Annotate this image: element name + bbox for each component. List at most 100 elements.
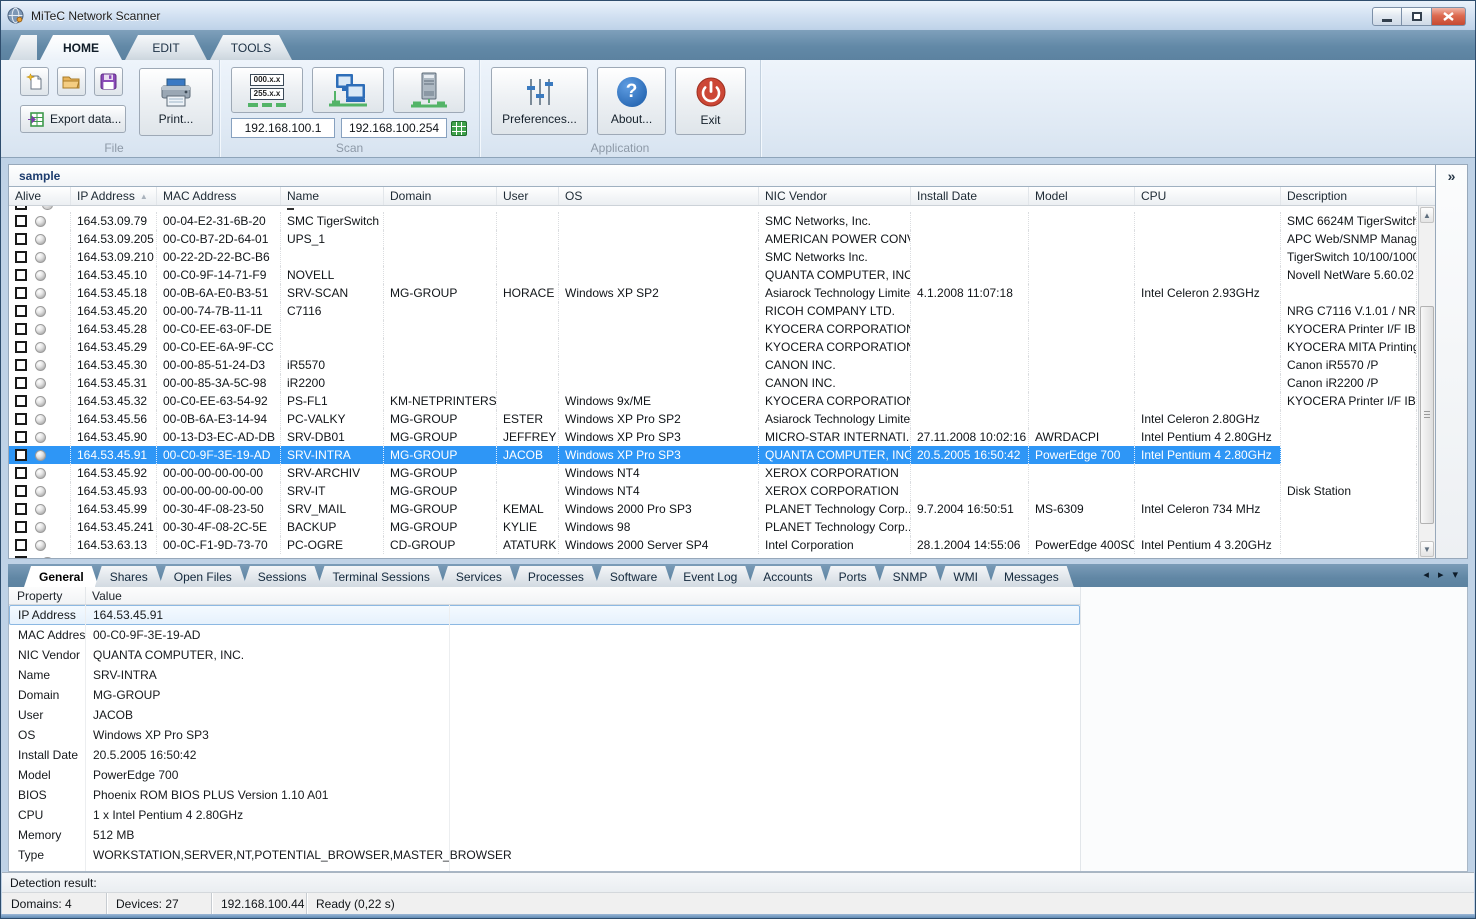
host-scan-button[interactable] [393, 67, 465, 113]
table-row[interactable]: 164.53.45.5600-0B-6A-E3-14-94PC-VALKYMG-… [9, 410, 1418, 428]
property-row[interactable]: TypeWORKSTATION,SERVER,NT,POTENTIAL_BROW… [9, 845, 1080, 865]
detail-tab-general[interactable]: General [24, 566, 99, 587]
table-row[interactable]: 164.53.45.1000-C0-9F-14-71-F9NOVELLQUANT… [9, 266, 1418, 284]
alive-checkbox[interactable] [15, 305, 27, 317]
scan-ip-to-input[interactable] [341, 118, 447, 138]
column-header-cpu[interactable]: CPU [1135, 187, 1281, 205]
table-row[interactable]: 164.53.45.9100-C0-9F-3E-19-ADSRV-INTRAMG… [9, 446, 1418, 464]
column-header-install-date[interactable]: Install Date [911, 187, 1029, 205]
tab-nav-right-icon[interactable]: ▸ [1438, 568, 1444, 582]
exit-button[interactable]: Exit [675, 67, 746, 135]
ribbon-tab-tools[interactable]: TOOLS [210, 35, 292, 60]
vertical-scrollbar[interactable]: ▲ ▼ [1418, 206, 1435, 558]
alive-checkbox[interactable] [15, 503, 27, 515]
table-row[interactable]: 164.53.09.7900-04-E2-31-6B-20SMC TigerSw… [9, 212, 1418, 230]
detail-tab-ports[interactable]: Ports [824, 566, 882, 587]
table-row[interactable]: 164.53.09.21000-22-2D-22-BC-B6SMC Networ… [9, 248, 1418, 266]
table-row[interactable]: 164.53.45.3200-C0-EE-63-54-92PS-FL1KM-NE… [9, 392, 1418, 410]
minimize-button[interactable] [1372, 7, 1402, 26]
property-row[interactable]: ModelPowerEdge 700 [9, 765, 1080, 785]
column-header-os[interactable]: OS [559, 187, 759, 205]
scroll-down-arrow-icon[interactable]: ▼ [1420, 541, 1434, 557]
property-row[interactable]: IP Address164.53.45.91 [9, 605, 1080, 625]
property-row[interactable]: OSWindows XP Pro SP3 [9, 725, 1080, 745]
new-file-button[interactable] [20, 67, 49, 96]
table-row[interactable]: 164.53.45.9900-30-4F-08-23-50SRV_MAILMG-… [9, 500, 1418, 518]
column-header-model[interactable]: Model [1029, 187, 1135, 205]
alive-checkbox[interactable] [15, 431, 27, 443]
property-column-header[interactable]: Property [9, 587, 85, 604]
maximize-button[interactable] [1402, 7, 1432, 26]
alive-checkbox[interactable] [15, 413, 27, 425]
export-data-button[interactable]: Export data... [20, 105, 126, 133]
column-header-nic-vendor[interactable]: NIC Vendor [759, 187, 911, 205]
value-column-divider[interactable] [449, 605, 450, 871]
detail-tab-messages[interactable]: Messages [989, 566, 1074, 587]
table-row[interactable]: 164.53.45.2000-00-74-7B-11-11C7116RICOH … [9, 302, 1418, 320]
detail-tab-sessions[interactable]: Sessions [243, 566, 322, 587]
scrollbar-thumb[interactable] [1420, 306, 1434, 524]
alive-checkbox[interactable] [15, 449, 27, 461]
property-row[interactable]: UserJACOB [9, 705, 1080, 725]
table-row[interactable]: 164.53.45.1800-0B-6A-E0-B3-51SRV-SCANMG-… [9, 284, 1418, 302]
property-row[interactable]: NameSRV-INTRA [9, 665, 1080, 685]
ip-range-scan-button[interactable]: 000.x.x 255.x.x [231, 67, 303, 113]
table-row[interactable]: 164.53.45.9000-13-D3-EC-AD-DBSRV-DB01MG-… [9, 428, 1418, 446]
property-row[interactable]: Install Date20.5.2005 16:50:42 [9, 745, 1080, 765]
column-header-description[interactable]: Description [1281, 187, 1417, 205]
preferences-button[interactable]: Preferences... [491, 67, 588, 135]
adapter-grid-icon[interactable] [451, 121, 467, 136]
document-tab-sample[interactable]: sample [19, 169, 60, 183]
alive-checkbox[interactable] [15, 377, 27, 389]
tab-nav-more-icon[interactable]: ▾ [1452, 568, 1458, 582]
alive-checkbox[interactable] [15, 287, 27, 299]
column-header-mac-address[interactable]: MAC Address [157, 187, 281, 205]
alive-checkbox[interactable] [15, 323, 27, 335]
property-row[interactable]: CPU1 x Intel Pentium 4 2.80GHz [9, 805, 1080, 825]
alive-checkbox[interactable] [15, 233, 27, 245]
alive-checkbox[interactable] [15, 395, 27, 407]
table-row[interactable]: 164.53.63.1300-0C-F1-9D-73-70PC-OGRECD-G… [9, 536, 1418, 554]
scan-ip-from-input[interactable] [231, 118, 335, 138]
detail-tab-shares[interactable]: Shares [95, 566, 163, 587]
column-header-name[interactable]: Name [281, 187, 384, 205]
alive-checkbox[interactable] [15, 467, 27, 479]
table-row[interactable]: 164.53.45.2800-C0-EE-63-0F-DEKYOCERA COR… [9, 320, 1418, 338]
alive-checkbox[interactable] [15, 215, 27, 227]
detail-tab-processes[interactable]: Processes [513, 566, 599, 587]
detail-tab-accounts[interactable]: Accounts [748, 566, 827, 587]
detail-tab-services[interactable]: Services [441, 566, 517, 587]
alive-checkbox[interactable] [15, 341, 27, 353]
open-file-button[interactable] [57, 67, 86, 96]
alive-checkbox[interactable] [15, 485, 27, 497]
alive-checkbox[interactable] [15, 521, 27, 533]
property-row[interactable]: Memory512 MB [9, 825, 1080, 845]
property-row[interactable]: BIOSPhoenix ROM BIOS PLUS Version 1.10 A… [9, 785, 1080, 805]
close-button[interactable] [1432, 7, 1466, 26]
table-row[interactable]: 164.53.45.3000-00-85-51-24-D3iR5570CANON… [9, 356, 1418, 374]
value-column-header[interactable]: Value [85, 587, 1080, 604]
alive-checkbox[interactable] [15, 539, 27, 551]
detail-tab-wmi[interactable]: WMI [938, 566, 993, 587]
print-button[interactable]: Print... [139, 68, 213, 136]
detail-tab-open-files[interactable]: Open Files [159, 566, 247, 587]
about-button[interactable]: ? About... [597, 67, 666, 135]
column-header-domain[interactable]: Domain [384, 187, 497, 205]
table-row[interactable]: 164.53.45.9300-00-00-00-00-00SRV-ITMG-GR… [9, 482, 1418, 500]
detail-tab-software[interactable]: Software [595, 566, 672, 587]
ribbon-tab-edit[interactable]: EDIT [125, 35, 207, 60]
scroll-up-arrow-icon[interactable]: ▲ [1420, 207, 1434, 223]
table-row[interactable]: 164.53.45.2900-C0-EE-6A-9F-CCKYOCERA COR… [9, 338, 1418, 356]
expand-panel-button[interactable]: » [1439, 167, 1465, 185]
alive-checkbox[interactable] [15, 269, 27, 281]
column-header-alive[interactable]: Alive [9, 187, 71, 205]
table-row[interactable]: 164.53.45.3100-00-85-3A-5C-98iR2200CANON… [9, 374, 1418, 392]
table-row[interactable]: 164.53.09.20500-C0-B7-2D-64-01UPS_1AMERI… [9, 230, 1418, 248]
save-button[interactable] [94, 67, 123, 96]
alive-checkbox[interactable] [15, 251, 27, 263]
property-row[interactable]: DomainMG-GROUP [9, 685, 1080, 705]
ribbon-tab-home[interactable]: HOME [40, 35, 122, 60]
property-row[interactable]: MAC Address00-C0-9F-3E-19-AD [9, 625, 1080, 645]
table-row[interactable]: 164.53.45.24100-30-4F-08-2C-5EBACKUPMG-G… [9, 518, 1418, 536]
tab-nav-left-icon[interactable]: ◂ [1423, 568, 1429, 582]
